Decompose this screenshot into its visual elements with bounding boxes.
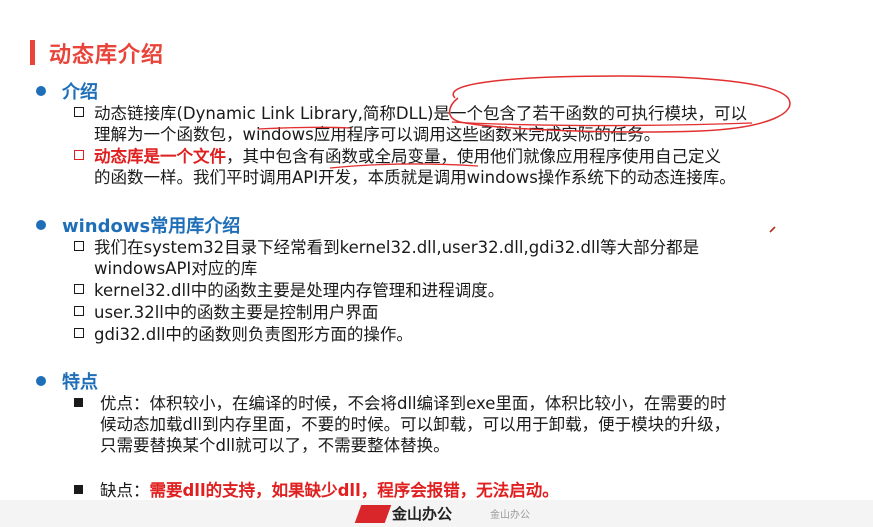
red-hollow-square-bullet-icon — [74, 150, 84, 160]
list-item-line: 动态链接库(Dynamic Link Library,简称DLL)是一个包含了若… — [94, 104, 747, 123]
section-features-title: 特点 — [62, 372, 98, 393]
slide: 动态库介绍 介绍 动态链接库(Dynamic Link Library,简称DL… — [0, 0, 873, 527]
list-item-line: 只需要替换某个dll就可以了，不需要整体替换。 — [100, 436, 450, 455]
filled-square-bullet-icon — [74, 398, 83, 407]
list-item-line: windowsAPI对应的库 — [94, 259, 258, 278]
hollow-square-bullet-icon — [74, 241, 84, 251]
footer-sub-text: 金山办公 — [490, 510, 530, 521]
list-item-libs-4: gdi32.dll中的函数则负责图形方面的操作。 — [74, 324, 814, 345]
emphasis-text: 需要dll的支持，如果缺少dll，程序会报错，无法启动。 — [149, 481, 559, 500]
list-item-cons: 缺点：需要dll的支持，如果缺少dll，程序会报错，无法启动。 — [74, 480, 814, 501]
emphasis-text: 动态库是一个文件 — [94, 147, 226, 166]
title-accent-bar — [30, 40, 35, 65]
section-libs-title: windows常用库介绍 — [62, 216, 241, 237]
section-intro-title: 介绍 — [62, 82, 98, 103]
filled-square-bullet-icon — [74, 485, 83, 494]
list-item-pros: 优点：体积较小，在编译的时候，不会将dll编译到exe里面，体积比较小，在需要的… — [74, 393, 814, 456]
section-features-heading: 特点 — [36, 368, 98, 394]
hollow-square-bullet-icon — [74, 306, 84, 316]
section-libs-heading: windows常用库介绍 — [36, 212, 240, 238]
list-item-libs-3: user.32ll中的函数主要是控制用户界面 — [74, 302, 814, 323]
kingsoft-logo-icon — [354, 504, 392, 523]
footer-logo-text: 金山办公 — [392, 505, 453, 523]
list-item-line-rest: ，其中包含有函数或全局变量，使用他们就像应用程序使用自己定义 — [226, 147, 721, 166]
hollow-square-bullet-icon — [74, 107, 84, 117]
list-item-line: gdi32.dll中的函数则负责图形方面的操作。 — [94, 325, 413, 344]
pen-mark — [769, 226, 776, 233]
list-item-line: 我们在system32目录下经常看到kernel32.dll,user32.dl… — [94, 238, 700, 257]
section-intro-heading: 介绍 — [36, 78, 98, 104]
list-item-libs-1: 我们在system32目录下经常看到kernel32.dll,user32.dl… — [74, 237, 814, 279]
cons-label: 缺点： — [100, 481, 150, 500]
bullet-dot-icon — [36, 86, 46, 96]
list-item-line: user.32ll中的函数主要是控制用户界面 — [94, 303, 379, 322]
hollow-square-bullet-icon — [74, 328, 84, 338]
list-item-libs-2: kernel32.dll中的函数主要是处理内存管理和进程调度。 — [74, 280, 814, 301]
list-item-line: 动态库是一个文件，其中包含有函数或全局变量，使用他们就像应用程序使用自己定义 — [94, 146, 814, 167]
list-item-line: 的函数一样。我们平时调用API开发，本质就是调用windows操作系统下的动态连… — [94, 168, 736, 187]
list-item-intro-1: 动态链接库(Dynamic Link Library,简称DLL)是一个包含了若… — [74, 103, 814, 145]
list-item-line: kernel32.dll中的函数主要是处理内存管理和进程调度。 — [94, 281, 505, 300]
hollow-square-bullet-icon — [74, 284, 84, 294]
list-item-line: 理解为一个函数包，windows应用程序可以调用这些函数来完成实际的任务。 — [94, 125, 661, 144]
slide-title: 动态库介绍 — [49, 43, 165, 68]
list-item-line: 缺点：需要dll的支持，如果缺少dll，程序会报错，无法启动。 — [100, 480, 814, 501]
footer-bar: 金山办公 金山办公 — [0, 500, 873, 527]
bullet-dot-icon — [36, 376, 46, 386]
list-item-intro-2: 动态库是一个文件，其中包含有函数或全局变量，使用他们就像应用程序使用自己定义 的… — [74, 146, 814, 188]
list-item-line: 优点：体积较小，在编译的时候，不会将dll编译到exe里面，体积比较小，在需要的… — [100, 394, 727, 413]
list-item-line: 候动态加载dll到内存里面，不要的时候。可以卸载，可以用于卸载，便于模块的升级， — [100, 415, 731, 434]
bullet-dot-icon — [36, 220, 46, 230]
footer-logo: 金山办公 — [354, 503, 453, 524]
